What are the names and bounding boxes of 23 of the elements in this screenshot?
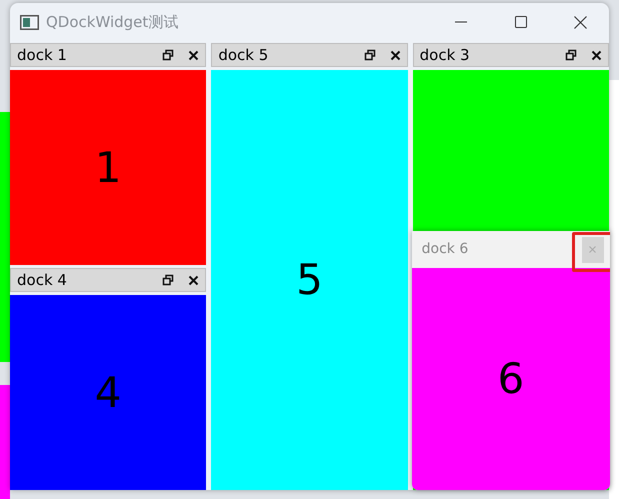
close-icon[interactable] [188, 274, 200, 286]
close-icon [589, 246, 596, 253]
close-icon[interactable] [390, 50, 401, 60]
dock-number: 1 [94, 146, 122, 188]
dock-title: dock 6 [422, 240, 470, 259]
float-icon[interactable] [162, 49, 174, 61]
dock-title: dock 4 [17, 272, 68, 288]
float-icon[interactable] [564, 49, 577, 61]
float-icon[interactable] [364, 49, 376, 61]
dock-title: dock 5 [218, 48, 270, 62]
float-icon[interactable] [162, 274, 174, 286]
dock-number: 6 [497, 358, 524, 400]
maximize-icon[interactable] [515, 16, 527, 28]
close-icon[interactable] [590, 50, 602, 60]
app-icon [20, 14, 39, 30]
close-icon[interactable] [188, 50, 200, 60]
window-title: QDockWidget测试 [46, 12, 178, 33]
dock-title: dock 3 [420, 48, 471, 62]
dock-number: 4 [94, 372, 122, 414]
minimize-icon[interactable] [455, 21, 467, 23]
close-icon[interactable] [574, 16, 587, 28]
dock-number: 5 [296, 259, 323, 301]
dock-title: dock 1 [17, 48, 68, 62]
